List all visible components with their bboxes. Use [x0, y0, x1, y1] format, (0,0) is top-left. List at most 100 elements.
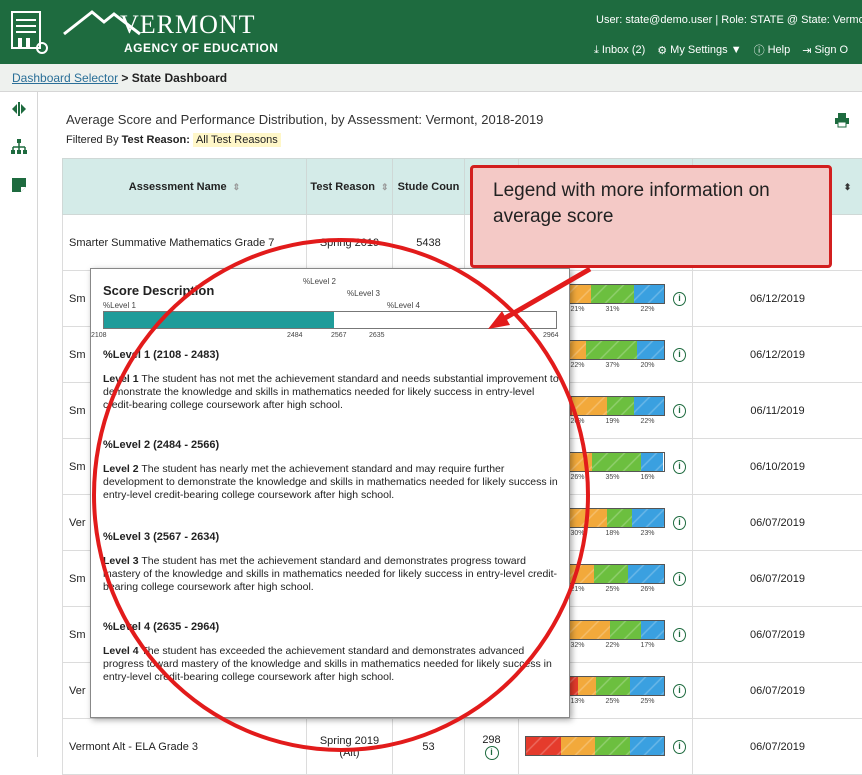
info-icon[interactable]: i — [673, 684, 686, 698]
distribution-segment — [594, 565, 628, 583]
scale-tick: 2108 — [91, 332, 107, 339]
info-icon[interactable]: i — [673, 740, 686, 754]
cell-date: 06/12/2019 — [693, 271, 862, 327]
cell-date: 06/07/2019 — [693, 607, 862, 663]
breadcrumb-separator: > — [121, 71, 128, 85]
distribution-segment — [561, 737, 596, 755]
sign-out-icon: ⇥ — [802, 44, 811, 57]
distribution-segment — [595, 737, 630, 755]
distribution-percent: 19% — [595, 418, 630, 425]
distribution-segment — [572, 397, 608, 415]
filter-summary: Filtered By Test Reason: All Test Reason… — [66, 134, 281, 146]
distribution-percent: 25% — [630, 698, 665, 705]
distribution-percent: 18% — [595, 530, 630, 537]
distribution-percent: 31% — [595, 306, 630, 313]
cell-distribution: i — [519, 719, 693, 775]
info-icon[interactable]: i — [673, 460, 686, 474]
distribution-percent: 25% — [595, 586, 630, 593]
agency-name: AGENCY OF EDUCATION — [124, 41, 278, 55]
info-icon[interactable]: i — [673, 572, 686, 586]
scale-label-level-2: %Level 2 — [303, 277, 336, 286]
distribution-segment — [628, 565, 664, 583]
sort-icon: ⇕ — [233, 182, 241, 192]
info-icon[interactable]: i — [673, 348, 686, 362]
distribution-bar — [525, 736, 665, 756]
cell-student-count: 5438 — [393, 215, 465, 271]
level-2-description: Level 2 The student has nearly met the a… — [103, 463, 559, 502]
score-description-popup: Score Description %Level 1 %Level 2 %Lev… — [90, 268, 570, 718]
info-icon[interactable]: i — [673, 516, 686, 530]
cell-date: 06/07/2019 — [693, 495, 862, 551]
distribution-segment — [578, 677, 596, 695]
annotation-callout: Legend with more information on average … — [470, 165, 832, 268]
level-4-description: Level 4 The student has exceeded the ach… — [103, 645, 559, 684]
distribution-segment — [610, 621, 640, 639]
table-row: Vermont Alt - ELA Grade 3 Spring 2019 (A… — [63, 719, 862, 775]
distribution-segment — [630, 737, 665, 755]
left-rail — [0, 92, 38, 757]
distribution-segment — [586, 341, 637, 359]
distribution-segment — [596, 677, 630, 695]
inbox-link[interactable]: ⤓Inbox (2) — [594, 42, 645, 58]
help-link[interactable]: ⓘHelp — [754, 42, 791, 58]
distribution-percent: 20% — [630, 362, 665, 369]
distribution-percent: 25% — [595, 698, 630, 705]
level-2-heading: %Level 2 (2484 - 2566) — [103, 439, 219, 451]
sign-out-link[interactable]: ⇥Sign O — [802, 42, 848, 58]
distribution-segment — [526, 737, 561, 755]
note-icon[interactable] — [10, 176, 28, 194]
info-icon[interactable]: i — [673, 628, 686, 642]
breadcrumb: Dashboard Selector > State Dashboard — [0, 64, 862, 92]
info-icon[interactable]: i — [485, 746, 499, 760]
level-1-description: Level 1 The student has not met the achi… — [103, 373, 559, 412]
distribution-percent: 22% — [630, 418, 665, 425]
distribution-percent: 23% — [630, 530, 665, 537]
print-icon[interactable] — [834, 112, 850, 128]
distribution-percent: 22% — [630, 306, 665, 313]
col-assessment-name[interactable]: Assessment Name⇕ — [63, 159, 307, 215]
org-name: VERMONT — [120, 10, 256, 40]
hierarchy-icon[interactable] — [10, 138, 28, 156]
help-icon: ⓘ — [754, 42, 765, 58]
collapse-toggle-icon[interactable] — [10, 100, 28, 118]
col-student-count[interactable]: Stude Coun — [393, 159, 465, 215]
score-scale-fill — [104, 312, 334, 328]
distribution-percent: 22% — [595, 642, 630, 649]
cell-assessment-name[interactable]: Smarter Summative Mathematics Grade 7 — [63, 215, 307, 271]
cell-test-reason: Spring 2019 — [307, 215, 393, 271]
distribution-segment — [630, 677, 664, 695]
distribution-segment — [592, 453, 640, 471]
col-test-reason[interactable]: Test Reason⇕ — [307, 159, 393, 215]
distribution-percent: 35% — [595, 474, 630, 481]
scale-label-level-3: %Level 3 — [347, 289, 380, 298]
cell-assessment-name[interactable]: Vermont Alt - ELA Grade 3 — [63, 719, 307, 775]
annotation-arrow — [480, 265, 600, 335]
scale-tick: 2635 — [369, 332, 385, 339]
distribution-segment — [566, 509, 607, 527]
breadcrumb-dashboard-selector[interactable]: Dashboard Selector — [12, 71, 118, 85]
distribution-segment — [641, 453, 663, 471]
cell-date: 06/11/2019 — [693, 383, 862, 439]
settings-menu[interactable]: ⚙My Settings ▼ — [657, 42, 741, 58]
info-icon[interactable]: i — [673, 292, 686, 306]
scale-tick: 2484 — [287, 332, 303, 339]
state-building-icon — [10, 8, 50, 56]
cell-test-reason: Spring 2019 (Alt) — [307, 719, 393, 775]
distribution-segment — [637, 341, 664, 359]
cell-date: 06/07/2019 — [693, 719, 862, 775]
scale-tick: 2567 — [331, 332, 347, 339]
distribution-segment — [632, 509, 664, 527]
sort-desc-icon: ⬍ — [844, 182, 852, 192]
info-icon[interactable]: i — [673, 404, 686, 418]
cell-average: 298i — [465, 719, 519, 775]
gear-icon: ⚙ — [657, 44, 667, 57]
header-links: ⤓Inbox (2) ⚙My Settings ▼ ⓘHelp ⇥Sign O — [594, 42, 848, 58]
sort-icon: ⇕ — [381, 182, 389, 192]
distribution-segment — [634, 285, 664, 303]
distribution-segment — [641, 621, 664, 639]
cell-date: 06/07/2019 — [693, 663, 862, 719]
distribution-segment — [607, 509, 632, 527]
scale-label-level-4: %Level 4 — [387, 301, 420, 310]
app-header: VERMONT AGENCY OF EDUCATION User: state@… — [0, 0, 862, 64]
scale-label-level-1: %Level 1 — [103, 301, 136, 310]
